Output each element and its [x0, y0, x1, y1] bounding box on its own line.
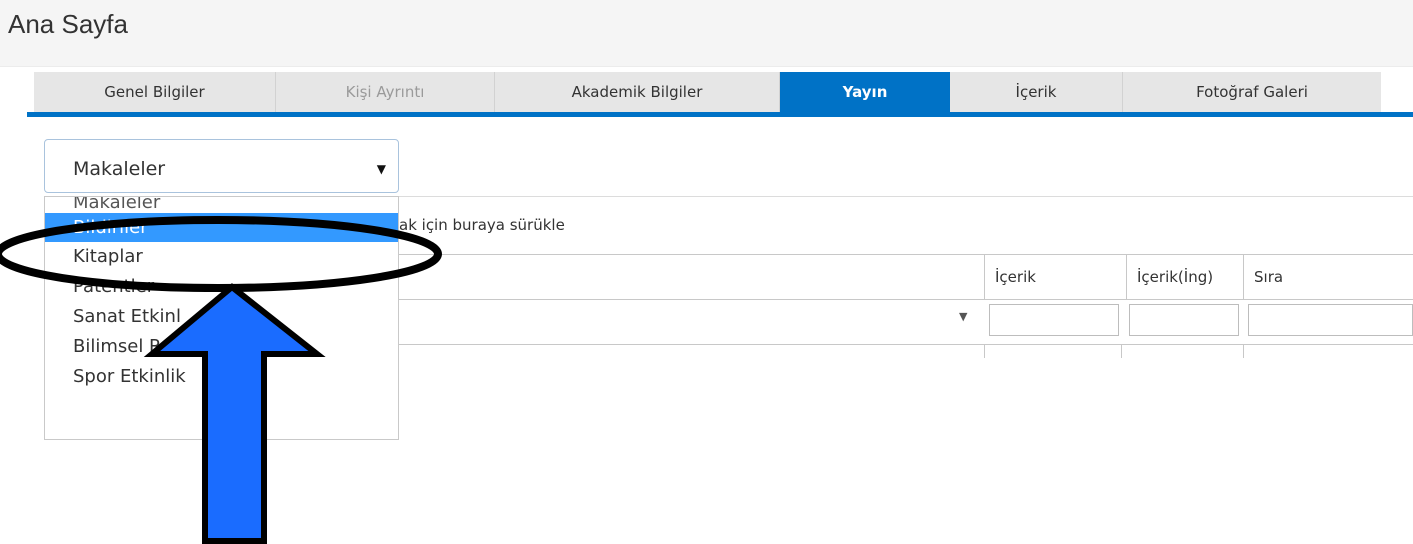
- select-value: Makaleler: [73, 158, 166, 180]
- grid-filter-row: ▼: [399, 298, 1413, 345]
- tab-bar: Genel Bilgiler Kişi Ayrıntı Akademik Bil…: [34, 72, 1381, 112]
- filter-caret-down-icon[interactable]: ▼: [959, 310, 967, 323]
- option-spor-etkinlik[interactable]: Spor Etkinlik: [45, 362, 398, 392]
- option-makaleler[interactable]: Makaleler: [45, 197, 398, 213]
- caret-down-icon: ▼: [376, 162, 386, 176]
- filter-input-icerik[interactable]: [989, 304, 1119, 336]
- page-title: Ana Sayfa: [8, 9, 128, 39]
- grid-group-panel[interactable]: ak için buraya sürükle: [399, 196, 1413, 255]
- tab-yayin[interactable]: Yayın: [780, 72, 950, 112]
- option-kitaplar[interactable]: Kitaplar: [45, 242, 398, 272]
- option-sanat-etkinlik[interactable]: Sanat Etkinl: [45, 302, 398, 332]
- column-header-icerik-ing[interactable]: İçerik(İng): [1126, 255, 1243, 299]
- publication-type-select[interactable]: Makaleler ▼: [44, 139, 399, 193]
- grid-header: İçerik İçerik(İng) Sıra: [399, 254, 1413, 300]
- tab-genel-bilgiler[interactable]: Genel Bilgiler: [34, 72, 276, 112]
- column-header-sira[interactable]: Sıra: [1243, 255, 1413, 299]
- page-header: Ana Sayfa: [0, 0, 1413, 67]
- tab-akademik-bilgiler[interactable]: Akademik Bilgiler: [495, 72, 780, 112]
- tab-kisi-ayrinti[interactable]: Kişi Ayrıntı: [276, 72, 495, 112]
- option-bilimsel-rapor[interactable]: Bilimsel Rap: [45, 332, 398, 362]
- tab-underline: [27, 112, 1413, 117]
- column-header-icerik[interactable]: İçerik: [984, 255, 1126, 299]
- tab-icerik[interactable]: İçerik: [950, 72, 1123, 112]
- tab-fotograf-galeri[interactable]: Fotoğraf Galeri: [1123, 72, 1381, 112]
- publication-type-dropdown-list: Makaleler Bildiriler Kitaplar Patentler …: [44, 196, 399, 440]
- filter-input-sira[interactable]: [1248, 304, 1413, 336]
- grid-column-divider: [1121, 344, 1122, 358]
- group-hint: ak için buraya sürükle: [399, 216, 565, 234]
- filter-input-icerik-ing[interactable]: [1129, 304, 1239, 336]
- option-patentler[interactable]: Patentler: [45, 272, 398, 302]
- grid-column-divider: [1243, 344, 1244, 358]
- grid-column-divider: [984, 344, 985, 358]
- option-bildiriler[interactable]: Bildiriler: [45, 213, 398, 242]
